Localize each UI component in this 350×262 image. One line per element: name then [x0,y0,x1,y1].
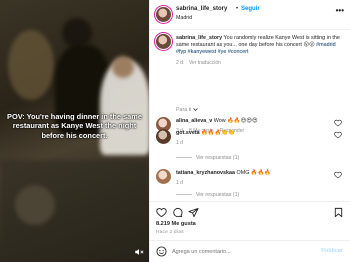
view-replies-label[interactable]: Ver respuestas (1) [196,155,239,161]
section-label: Para ti [176,107,198,113]
heart-icon[interactable] [334,131,342,139]
comment-username[interactable]: got.sveta [176,130,200,136]
caption-username[interactable]: sabrina_life_story [176,35,222,41]
post-date: Hace 2 días [156,230,184,235]
comment-meta: 1 d [176,140,189,146]
chevron-down-icon[interactable] [193,107,198,112]
comment-username[interactable]: alina_alieva_v [176,118,212,124]
comment-text: got.sveta 🔥🔥🔥👏👏 [176,130,346,137]
avatar[interactable] [156,169,171,184]
comment-time: 1 d [176,180,183,186]
video-person-head [62,18,92,48]
comment-bubble-icon[interactable] [172,207,183,218]
avatar[interactable] [156,34,171,49]
view-replies-link[interactable]: Ver respuestas (1) [176,192,239,198]
follow-button[interactable]: Seguir [241,6,260,12]
comments-section: sabrina_life_story You randomly realize … [150,31,350,201]
view-replies-label[interactable]: Ver respuestas (1) [196,192,239,198]
heart-icon[interactable] [334,171,342,179]
publish-button[interactable]: Publicar [321,248,343,254]
bookmark-icon[interactable] [333,207,344,218]
heart-icon[interactable] [334,119,342,127]
speaker-muted-icon[interactable] [134,247,144,257]
add-comment-bar: Publicar [150,240,350,262]
comment-input[interactable] [172,245,312,258]
video-overlay-text: POV: You're having dinner in the same re… [7,112,142,140]
translate-link[interactable]: Ver traducción [189,60,221,66]
location-link[interactable]: Madrid [176,15,192,21]
comment-body: OMG 🔥🔥🔥 [235,170,272,176]
emoji-icon[interactable] [156,246,167,257]
avatar[interactable] [156,129,171,144]
comment-text: tatiana_kryzhanovskaa OMG 🔥🔥🔥 [176,170,346,177]
comment-meta: 1 d [176,180,189,186]
action-bar [150,201,350,221]
like-heart-icon[interactable] [156,207,167,218]
caption-meta: 2 d Ver traducción [176,60,227,66]
video-foreground-shape [15,185,55,225]
post-header: sabrina_life_story • Seguir Madrid ••• [150,0,350,30]
comment-username[interactable]: tatiana_kryzhanovskaa [176,170,235,176]
comment-body: 🔥🔥🔥👏👏 [199,130,235,136]
caption-time: 2 d [176,60,183,66]
replies-divider [176,157,192,159]
more-options-icon[interactable]: ••• [336,6,344,15]
post-details-panel: sabrina_life_story • Seguir Madrid ••• s… [149,0,350,262]
header-username[interactable]: sabrina_life_story [176,6,227,12]
view-replies-link[interactable]: Ver respuestas (1) [176,155,239,161]
section-label-text: Para ti [176,107,192,113]
comment-text: alina_alieva_v Wow 🔥🔥😍😍😍 [176,118,346,125]
post-video[interactable]: POV: You're having dinner in the same re… [0,0,149,262]
video-background-shape [8,30,54,100]
caption-text: sabrina_life_story You randomly realize … [176,35,346,57]
likes-count[interactable]: 8.219 Me gusta [156,221,196,227]
comment-time: 1 d [176,140,183,146]
video-person-head [112,56,134,78]
share-send-icon[interactable] [188,207,199,218]
comment-body: Wow 🔥🔥😍😍😍 [212,118,258,124]
separator-dot: • [236,6,239,12]
avatar[interactable] [156,7,171,22]
replies-divider [176,194,192,196]
